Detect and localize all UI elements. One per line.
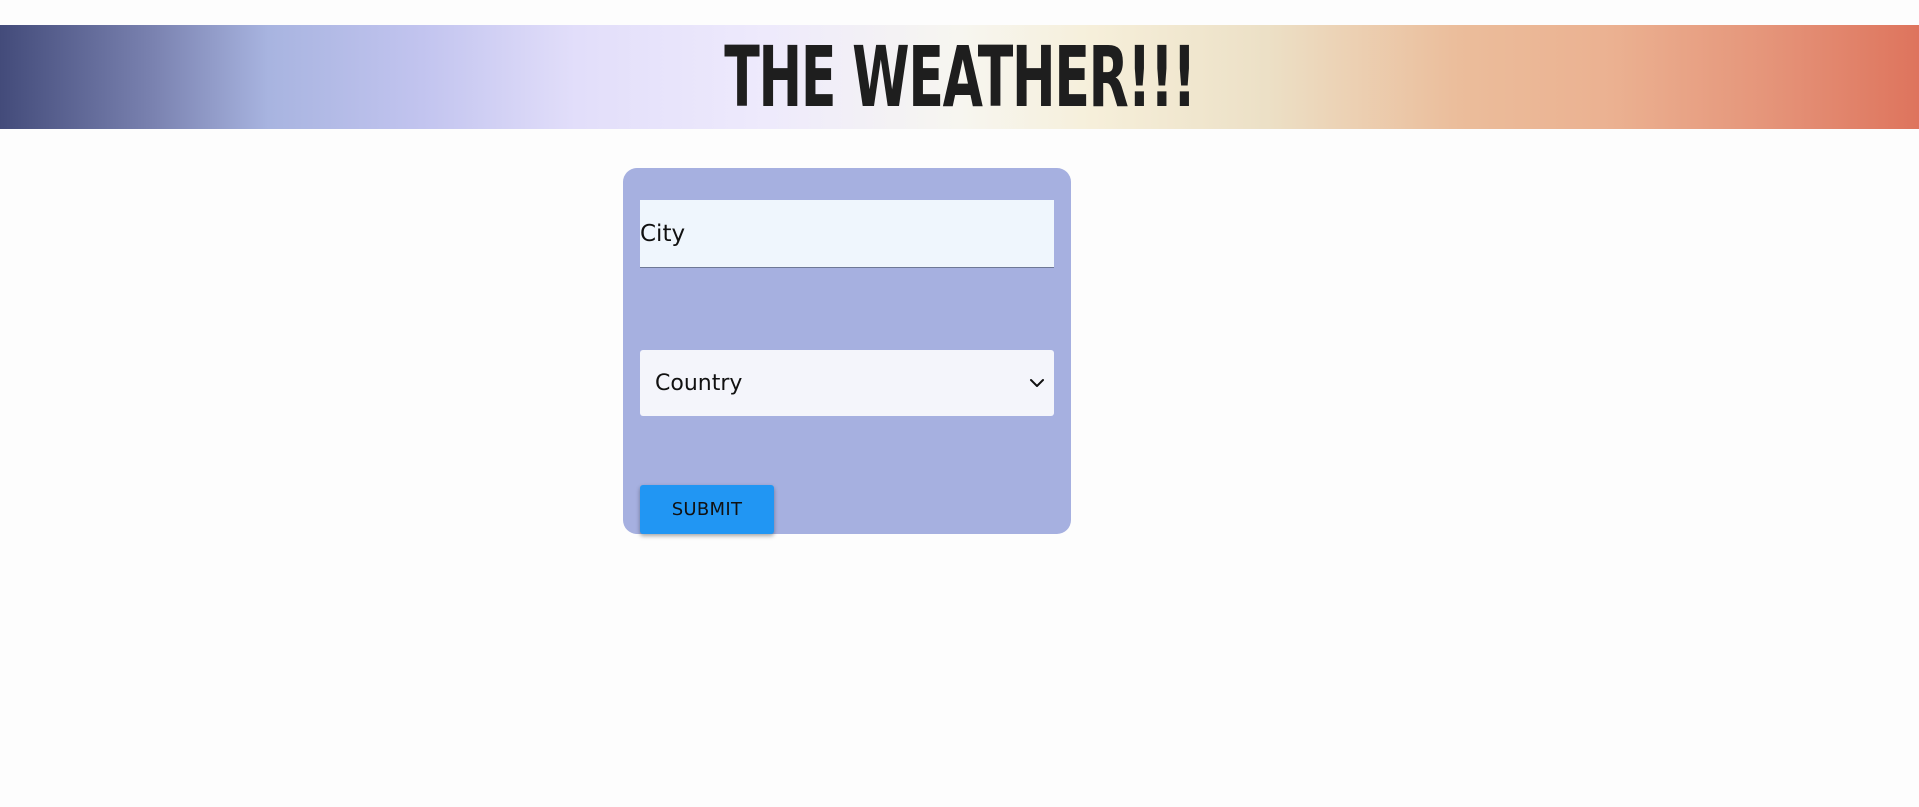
submit-button[interactable]: SUBMIT: [640, 485, 774, 534]
country-select-value: Country: [655, 370, 743, 396]
header-banner: THE WEATHER!!!: [0, 25, 1919, 129]
chevron-down-icon: [1028, 374, 1046, 392]
city-input[interactable]: [640, 200, 1054, 268]
weather-form: Country SUBMIT: [623, 168, 1071, 534]
country-select[interactable]: Country: [640, 350, 1054, 416]
page-title: THE WEATHER!!!: [724, 28, 1196, 126]
